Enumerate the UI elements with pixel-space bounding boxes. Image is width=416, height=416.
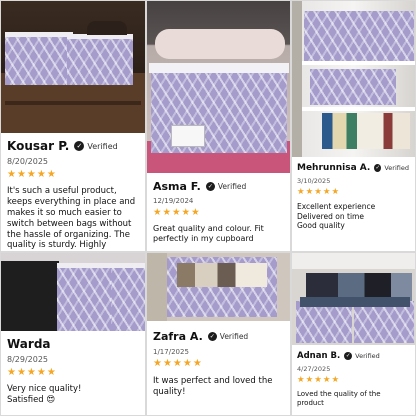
verified-check-icon: ✓ — [205, 182, 215, 191]
review-text: It's such a useful product, keeps everyt… — [7, 186, 136, 251]
reviewer-name: Kousar P. — [7, 139, 70, 153]
verified-label: Verified — [87, 141, 118, 151]
reviewer-name: Warda — [7, 337, 51, 351]
review-line: Very nice quality! — [7, 384, 82, 394]
verified-check-icon: ✓ — [74, 141, 85, 151]
review-card: Kousar P. ✓ Verified 8/20/2025 ★★★★★ It'… — [0, 0, 146, 252]
verified-label: Verified — [219, 332, 249, 341]
review-date: 3/10/2025 — [297, 177, 331, 185]
review-photo[interactable] — [292, 1, 415, 157]
verified-check-icon: ✓ — [374, 164, 382, 172]
review-line: Delivered on time — [297, 211, 364, 221]
review-text: Very nice quality! Satisfied 😍 — [7, 384, 139, 406]
star-rating: ★★★★★ — [7, 367, 57, 378]
reviewer-name: Asma F. — [153, 180, 201, 193]
reviewer-name: Zafra A. — [153, 330, 203, 343]
review-text: Excellent experience Delivered on time G… — [297, 202, 409, 231]
verified-check-icon: ✓ — [207, 332, 217, 341]
review-date: 12/19/2024 — [153, 197, 194, 205]
star-rating: ★★★★★ — [153, 207, 201, 218]
star-rating: ★★★★★ — [153, 358, 203, 369]
verified-label: Verified — [384, 164, 409, 172]
review-text: Loved the quality of the product — [297, 390, 381, 407]
review-card: Mehrunnisa A. ✓ Verified 3/10/2025 ★★★★★… — [291, 0, 416, 252]
verified-check-icon: ✓ — [344, 352, 353, 360]
review-text: Great quality and colour. Fit perfectly … — [153, 224, 264, 244]
star-rating: ★★★★★ — [297, 187, 341, 197]
review-date: 8/20/2025 — [7, 157, 49, 166]
review-photo[interactable] — [147, 1, 290, 173]
review-photo[interactable] — [1, 253, 145, 331]
review-card: Warda 8/29/2025 ★★★★★ Very nice quality!… — [0, 252, 146, 416]
reviewer-name: Adnan B. — [297, 351, 341, 361]
review-date: 4/27/2025 — [297, 365, 331, 373]
review-photo[interactable] — [292, 253, 415, 345]
star-rating: ★★★★★ — [297, 375, 341, 385]
review-photo[interactable] — [147, 253, 290, 321]
star-rating: ★★★★★ — [7, 169, 57, 180]
review-date: 1/17/2025 — [153, 348, 189, 356]
review-date: 8/29/2025 — [7, 355, 49, 364]
review-card: Asma F. ✓ Verified 12/19/2024 ★★★★★ Grea… — [146, 0, 291, 252]
review-text: It was perfect and loved the quality! — [153, 376, 273, 397]
verified-label: Verified — [355, 352, 380, 360]
review-line: Satisfied 😍 — [7, 394, 56, 405]
review-photo[interactable] — [1, 1, 145, 133]
review-line: Excellent experience — [297, 202, 376, 211]
review-line: Good quality — [297, 221, 345, 231]
verified-label: Verified — [217, 182, 247, 191]
review-card: Adnan B. ✓ Verified 4/27/2025 ★★★★★ Love… — [291, 252, 416, 416]
reviewer-name: Mehrunnisa A. — [297, 163, 371, 173]
review-card: Zafra A. ✓ Verified 1/17/2025 ★★★★★ It w… — [146, 252, 291, 416]
